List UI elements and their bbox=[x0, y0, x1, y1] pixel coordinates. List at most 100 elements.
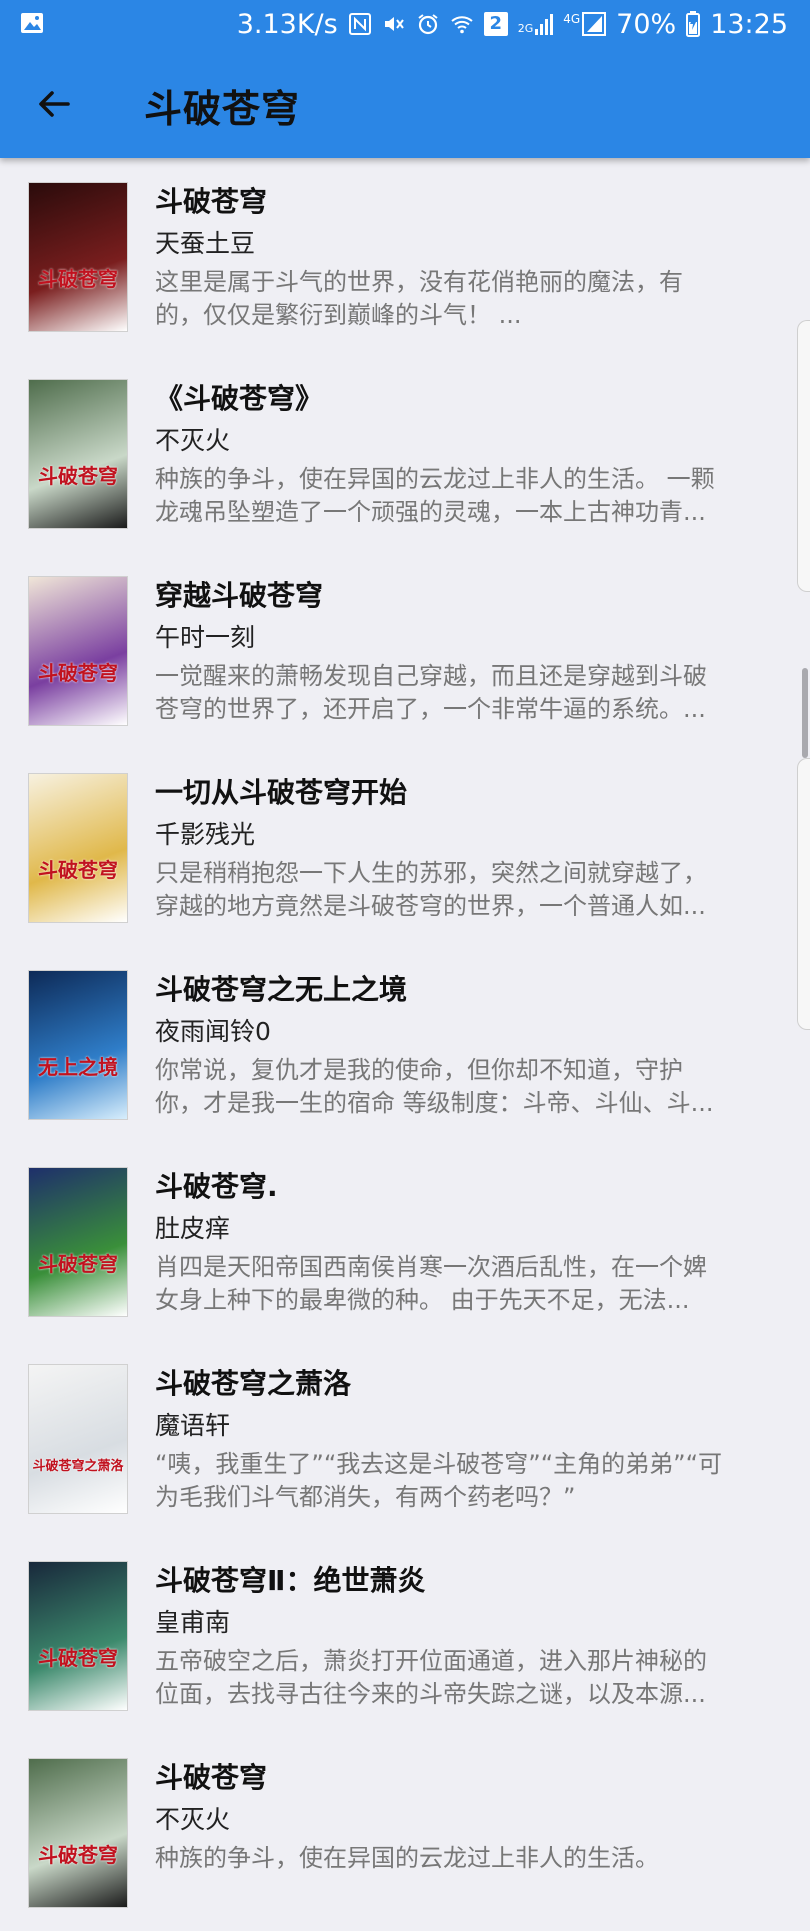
nfc-icon bbox=[348, 13, 371, 35]
book-title: 《斗破苍穹》 bbox=[155, 382, 324, 415]
book-cover: 斗破苍穹 bbox=[28, 1167, 128, 1317]
signal-icon bbox=[535, 14, 554, 35]
book-description-line-1: 五帝破空之后，萧炎打开位面通道，进入那片神秘的 bbox=[155, 1647, 707, 1675]
alarm-icon bbox=[418, 14, 438, 35]
book-description: 只是稍稍抱怨一下人生的苏邪，突然之间就穿越了， 穿越的地方竟然是斗破苍穹的世界，一… bbox=[155, 857, 787, 923]
signal-4g-icon bbox=[582, 12, 607, 36]
network-label: 4G bbox=[563, 12, 581, 26]
book-cover-title: 斗破苍穹 bbox=[38, 267, 118, 291]
sim2-icon: 2 bbox=[483, 12, 508, 36]
list-item[interactable]: 斗破苍穹 一切从斗破苍穹开始千影残光只是稍稍抱怨一下人生的苏邪，突然之间就穿越了，… bbox=[0, 749, 810, 946]
book-author: 不灭火 bbox=[155, 1805, 231, 1834]
list-item[interactable]: 斗破苍穹 穿越斗破苍穹 午时一刻 一觉醒来的萧畅发现自己穿越，而且还是穿越到斗破 苍穹的… bbox=[0, 552, 810, 749]
signal-4g: 4G bbox=[563, 12, 607, 36]
book-description: 肖四是天阳帝国西南侯肖寒一次酒后乱性，在一个婢 女身上种下的最卑微的种。 由于先天… bbox=[155, 1251, 787, 1317]
page-title: 斗破苍穹 bbox=[144, 87, 301, 131]
book-title: 穿越斗破苍穹 bbox=[155, 579, 324, 612]
book-cover: 无上之境 bbox=[28, 970, 128, 1120]
top-bar: 3.13K/s 2 2G 4G 70% 13:25 斗破苍穹 bbox=[0, 0, 810, 158]
arrow-left-icon bbox=[39, 91, 70, 117]
mute-icon bbox=[384, 17, 404, 31]
book-author: 皇甫南 bbox=[155, 1608, 231, 1637]
gallery-icon bbox=[21, 13, 43, 33]
book-author: 天蚕土豆 bbox=[155, 229, 256, 258]
book-description: 种族的争斗，使在异国的云龙过上非人的生活。 一颗 龙魂吊坠塑造了一个顽强的灵魂，一… bbox=[155, 463, 787, 529]
book-description: “咦，我重生了”“我去这是斗破苍穹”“主角的弟弟”“可 为毛我们斗气都消失，有两个… bbox=[155, 1448, 787, 1514]
book-description-line-2: 女身上种下的最卑微的种。 由于先天不足，无法... bbox=[155, 1286, 690, 1314]
book-cover-art bbox=[29, 971, 127, 1119]
book-cover-art bbox=[29, 380, 127, 528]
book-description-line-2: 穿越的地方竟然是斗破苍穹的世界，一个普通人如... bbox=[155, 892, 706, 920]
book-cover-title: 斗破苍穹之萧洛 bbox=[32, 1459, 124, 1474]
list-item[interactable]: 斗破苍穹 斗破苍穹 天蚕土豆 这里是属于斗气的世界，没有花俏艳丽的魔法，有 的，仅仅是繁… bbox=[0, 158, 810, 355]
status-bar: 3.13K/s 2 2G 4G 70% 13:25 bbox=[0, 0, 810, 50]
book-description: 这里是属于斗气的世界，没有花俏艳丽的魔法，有 的，仅仅是繁衍到巅峰的斗气！ ... bbox=[155, 266, 787, 332]
book-description: 你常说，复仇才是我的使命，但你却不知道，守护你，才是我一生的宿命 等级制度：斗帝… bbox=[155, 1054, 787, 1120]
list-item[interactable]: 无上之境 斗破苍穹之无上之境 夜雨闻铃0 你常说，复仇才是我的使命，但你却不知道，守护… bbox=[0, 946, 810, 1143]
book-author: 肚皮痒 bbox=[155, 1214, 231, 1243]
book-cover: 斗破苍穹之萧洛 bbox=[28, 1364, 128, 1514]
book-cover-title: 斗破苍穹 bbox=[38, 1843, 118, 1867]
wifi-icon bbox=[451, 16, 473, 34]
book-cover-art bbox=[29, 1759, 127, 1907]
book-description: 五帝破空之后，萧炎打开位面通道，进入那片神秘的 位面，去找寻古往今来的斗帝失踪之谜… bbox=[155, 1645, 787, 1711]
book-description-line-1: 一觉醒来的萧畅发现自己穿越，而且还是穿越到斗破 bbox=[155, 662, 707, 690]
book-author: 魔语轩 bbox=[155, 1411, 231, 1440]
list-item[interactable]: 斗破苍穹 斗破苍穹Ⅱ：绝世萧炎皇甫南五帝破空之后，萧炎打开位面通道，进入那片神秘的… bbox=[0, 1537, 810, 1734]
status-right: 3.13K/s 2 2G 4G 70% 13:25 bbox=[237, 6, 788, 42]
book-description-line-1: 种族的争斗，使在异国的云龙过上非人的生活。 bbox=[155, 1844, 659, 1872]
net-speed: 3.13K/s bbox=[236, 8, 338, 40]
list-item[interactable]: 斗破苍穹 斗破苍穹. 肚皮痒肖四是天阳帝国西南侯肖寒一次酒后乱性，在一个婢 女身上种下… bbox=[0, 1143, 810, 1340]
book-title: 斗破苍穹之萧洛 bbox=[155, 1367, 352, 1400]
book-cover-art bbox=[29, 1562, 127, 1710]
clock: 13:25 bbox=[710, 8, 788, 40]
book-cover: 斗破苍穹 bbox=[28, 1758, 128, 1908]
book-cover-title: 斗破苍穹 bbox=[38, 661, 118, 685]
back-button[interactable] bbox=[24, 74, 84, 134]
book-description-line-1: “咦，我重生了”“我去这是斗破苍穹”“主角的弟弟”“可 bbox=[155, 1450, 723, 1478]
book-list: 斗破苍穹 斗破苍穹 天蚕土豆 这里是属于斗气的世界，没有花俏艳丽的魔法，有 的，仅仅是繁… bbox=[0, 158, 810, 1931]
book-title: 斗破苍穹之无上之境 bbox=[155, 973, 408, 1006]
book-cover: 斗破苍穹 bbox=[28, 1561, 128, 1711]
list-item[interactable]: 斗破苍穹之萧洛 斗破苍穹之萧洛 魔语轩 “咦，我重生了”“我去这是斗破苍穹”“主角的弟… bbox=[0, 1340, 810, 1537]
book-cover: 斗破苍穹 bbox=[28, 576, 128, 726]
book-description-line-2: 龙魂吊坠塑造了一个顽强的灵魂，一本上古神功青... bbox=[155, 498, 706, 526]
book-cover-art bbox=[29, 577, 127, 725]
book-author: 午时一刻 bbox=[155, 623, 256, 652]
book-cover-title: 斗破苍穹 bbox=[38, 1252, 118, 1276]
book-cover-art bbox=[29, 183, 127, 331]
edge-panel-handle[interactable] bbox=[797, 320, 810, 592]
book-cover-art bbox=[29, 1365, 127, 1513]
app-bar: 斗破苍穹 bbox=[0, 50, 810, 158]
sim-label: 2 bbox=[489, 13, 502, 34]
book-cover: 斗破苍穹 bbox=[28, 379, 128, 529]
book-title: 斗破苍穹Ⅱ：绝世萧炎 bbox=[155, 1564, 426, 1597]
book-cover-title: 斗破苍穹 bbox=[38, 858, 118, 882]
list-item[interactable]: 斗破苍穹 《斗破苍穹》不灭火种族的争斗，使在异国的云龙过上非人的生活。 一颗 龙魂吊… bbox=[0, 355, 810, 552]
battery-percent: 70% bbox=[616, 8, 677, 40]
book-cover-title: 无上之境 bbox=[38, 1055, 118, 1079]
battery-charging-icon bbox=[686, 11, 701, 37]
book-description-line-2: 位面，去找寻古往今来的斗帝失踪之谜，以及本源... bbox=[155, 1680, 706, 1708]
book-description: 种族的争斗，使在异国的云龙过上非人的生活。 bbox=[155, 1842, 787, 1908]
book-description-line-1: 只是稍稍抱怨一下人生的苏邪，突然之间就穿越了， bbox=[155, 859, 707, 887]
signal-2g: 2G bbox=[518, 13, 554, 35]
book-title: 斗破苍穹. bbox=[155, 1170, 278, 1203]
book-author: 千影残光 bbox=[155, 820, 256, 849]
book-cover-art bbox=[29, 774, 127, 922]
book-description-line-1: 肖四是天阳帝国西南侯肖寒一次酒后乱性，在一个婢 bbox=[155, 1253, 707, 1281]
book-title: 斗破苍穹 bbox=[155, 185, 268, 218]
book-cover: 斗破苍穹 bbox=[28, 182, 128, 332]
book-cover: 斗破苍穹 bbox=[28, 773, 128, 923]
book-description-line-2: 你，才是我一生的宿命 等级制度：斗帝、斗仙、斗... bbox=[155, 1089, 714, 1117]
book-description-line-1: 你常说，复仇才是我的使命，但你却不知道，守护 bbox=[155, 1056, 683, 1084]
edge-panel-handle-2[interactable] bbox=[797, 758, 810, 1030]
book-author: 不灭火 bbox=[155, 426, 231, 455]
book-title: 一切从斗破苍穹开始 bbox=[155, 776, 408, 809]
network-2g-label: 2G bbox=[517, 22, 534, 35]
list-item[interactable]: 斗破苍穹 斗破苍穹 不灭火 种族的争斗，使在异国的云龙过上非人的生活。 bbox=[0, 1734, 810, 1931]
book-description-line-1: 这里是属于斗气的世界，没有花俏艳丽的魔法，有 bbox=[155, 268, 683, 296]
book-cover-art bbox=[29, 1168, 127, 1316]
scrollbar-thumb[interactable] bbox=[802, 668, 808, 758]
book-description-line-1: 种族的争斗，使在异国的云龙过上非人的生活。 一颗 bbox=[155, 465, 715, 493]
